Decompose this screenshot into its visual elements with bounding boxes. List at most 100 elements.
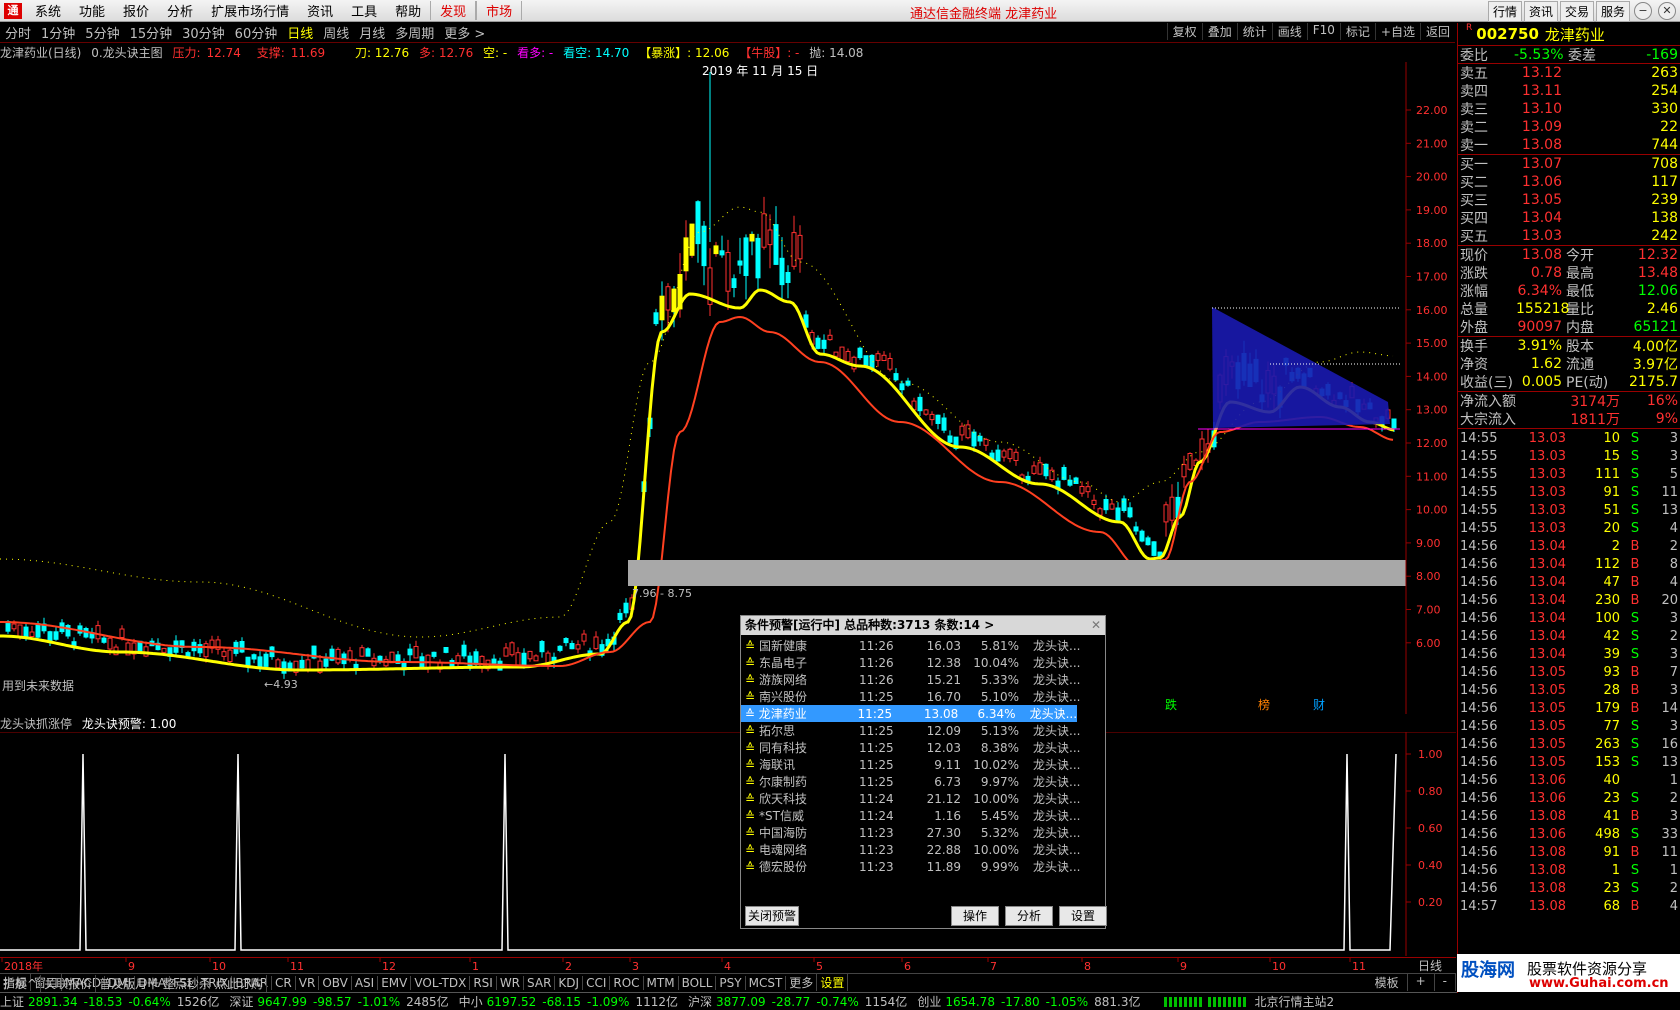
alert-row[interactable]: ≙ 龙津药业 11:25 13.08 6.34% 龙头诀... — [741, 705, 1077, 722]
period-weekly[interactable]: 周线 — [318, 23, 354, 42]
menu-tools[interactable]: 工具 — [342, 1, 386, 20]
tool-draw[interactable]: 画线 — [1271, 23, 1307, 40]
sub-indicator-title[interactable]: 龙头诀抓涨停 — [0, 717, 72, 731]
menu-market[interactable]: 市场 — [476, 1, 523, 20]
menu-ext-market[interactable]: 扩展市场行情 — [202, 1, 298, 20]
index-summary[interactable]: 创业 1654.78 -17.80 -1.05% 881.3亿 — [917, 993, 1140, 1010]
ext-tab-expand[interactable]: 扩展^ — [0, 974, 42, 992]
alert-change: 8.38% — [980, 740, 1019, 755]
alert-row[interactable]: ≙ 海联讯 11:25 9.11 10.02% 龙头诀... — [741, 756, 1105, 773]
candle-body — [1091, 499, 1097, 505]
period-1min[interactable]: 1分钟 — [36, 23, 80, 42]
index-summary[interactable]: 深证 9647.99 -98.57 -1.01% 2485亿 — [229, 993, 448, 1010]
marker-cai[interactable]: 财 — [1313, 698, 1325, 712]
period-multi[interactable]: 多周期 — [390, 23, 439, 42]
server-status[interactable]: 北京行情主站2 — [1164, 993, 1334, 1010]
operate-button[interactable]: 操作 — [951, 906, 999, 926]
quote-panel: R 002750 龙津药业 委比 -5.53% 委差 -169 卖五 13.12 2… — [1457, 23, 1680, 993]
alert-row[interactable]: ≙ 东晶电子 11:26 12.38 10.04% 龙头诀... — [741, 654, 1105, 671]
index-amount: 881.3亿 — [1094, 995, 1141, 1009]
index-summary[interactable]: 沪深 3877.09 -28.77 -0.74% 1154亿 — [688, 993, 907, 1010]
menu-help[interactable]: 帮助 — [386, 1, 430, 20]
tool-add-watch[interactable]: +自选 — [1374, 23, 1420, 40]
tick-time: 14:56 — [1460, 718, 1498, 734]
condition-alert-window[interactable]: 条件预警[运行中] 总品种数:3713 条数:14 > ✕ ≙ 国新健康 11:26… — [740, 615, 1107, 929]
settings-button[interactable]: 设置 — [1059, 906, 1107, 926]
tool-fuquan[interactable]: 复权 — [1166, 23, 1202, 40]
menu-analysis[interactable]: 分析 — [158, 1, 202, 20]
period-more[interactable]: 更多 > — [439, 23, 490, 42]
marker-die[interactable]: 跌 — [1165, 697, 1177, 712]
tick-time: 14:56 — [1460, 808, 1498, 824]
menu-system[interactable]: 系统 — [26, 1, 70, 20]
alert-row[interactable]: ≙ 德宏股份 11:23 11.89 9.99% 龙头诀... — [741, 858, 1105, 875]
tick-price: 13.04 — [1528, 538, 1566, 554]
index-summary[interactable]: 上证 2891.34 -18.53 -0.64% 1526亿 — [0, 993, 219, 1010]
alert-row[interactable]: ≙ 同有科技 11:25 12.03 8.38% 龙头诀... — [741, 739, 1105, 756]
period-15min[interactable]: 15分钟 — [125, 23, 178, 42]
period-daily[interactable]: 日线 — [282, 23, 318, 42]
menu-function[interactable]: 功能 — [70, 1, 114, 20]
period-30min[interactable]: 30分钟 — [177, 23, 230, 42]
close-alert-button[interactable]: 关闭预警 — [745, 906, 799, 926]
x-tick-label: 6 — [904, 960, 911, 972]
candle-body — [359, 647, 365, 657]
tool-overlay[interactable]: 叠加 — [1201, 23, 1237, 40]
alert-row[interactable]: ≙ 中国海防 11:23 27.30 5.32% 龙头诀... — [741, 824, 1105, 841]
tool-stats[interactable]: 统计 — [1236, 23, 1272, 40]
close-icon[interactable]: ✕ — [1658, 2, 1676, 20]
candle-body — [575, 644, 581, 650]
minimize-icon[interactable]: − — [1634, 2, 1652, 20]
tool-mark[interactable]: 标记 — [1339, 23, 1375, 40]
alert-row[interactable]: ≙ 游族网络 11:26 15.21 5.33% 龙头诀... — [741, 671, 1105, 688]
app-title: 通达信金融终端 龙津药业 — [910, 7, 1058, 22]
quote-stats: 现价 13.08 今开 12.32 涨跌 0.78 最高 13.48 涨幅 6.34% 最低 12.0… — [1458, 245, 1680, 336]
alert-row[interactable]: ≙ 国新健康 11:26 16.03 5.81% 龙头诀... — [741, 637, 1105, 654]
candle-body — [737, 260, 743, 266]
period-60min[interactable]: 60分钟 — [230, 23, 283, 42]
bid-row: 买三 13.05 239 — [1458, 191, 1680, 209]
alert-row[interactable]: ≙ 南兴股份 11:25 16.70 5.10% 龙头诀... — [741, 688, 1105, 705]
alert-row[interactable]: ≙ 拓尔思 11:25 12.09 5.13% 龙头诀... — [741, 722, 1105, 739]
alert-row[interactable]: ≙ 电魂网络 11:23 22.88 10.00% 龙头诀... — [741, 841, 1105, 858]
menu-quote[interactable]: 报价 — [114, 1, 158, 20]
ext-tab-promo[interactable]: 普及版月卡 整点秒杀 点此订购 — [96, 974, 267, 992]
candle-body — [323, 658, 329, 667]
period-fenshi[interactable]: 分时 — [0, 23, 36, 42]
period-5min[interactable]: 5分钟 — [80, 23, 124, 42]
tick-volume: 10 — [1603, 430, 1620, 446]
candle-body — [503, 647, 509, 657]
marker-bang[interactable]: 榜 — [1258, 697, 1270, 712]
kline-chart[interactable]: 22.00 21.00 20.00 19.00 18.00 17.00 16.00 15.00… — [0, 62, 1456, 714]
rmenu-quote[interactable]: 行情 — [1487, 1, 1522, 22]
alert-price: 12.03 — [926, 740, 961, 755]
alert-row[interactable]: ≙ 欣天科技 11:24 21.12 10.00% 龙头诀... — [741, 790, 1105, 807]
alert-row[interactable]: ≙ *ST信威 11:24 1.16 5.45% 龙头诀... — [741, 807, 1105, 824]
formula-name[interactable]: 0.龙头诀主图 — [91, 46, 162, 60]
ext-tab-related[interactable]: 关联报价 — [41, 974, 97, 992]
stat-row: 涨幅 6.34% 最低 12.06 — [1458, 282, 1680, 300]
x-tick-label: 10 — [212, 960, 226, 972]
candle-body — [557, 645, 563, 651]
rmenu-service[interactable]: 服务 — [1595, 1, 1630, 22]
candle-body — [47, 631, 53, 642]
rmenu-news[interactable]: 资讯 — [1523, 1, 1558, 22]
period-monthly[interactable]: 月线 — [354, 23, 390, 42]
rmenu-trade[interactable]: 交易 — [1559, 1, 1594, 22]
tool-f10[interactable]: F10 — [1306, 23, 1340, 40]
alert-stock-name: 南兴股份 — [759, 690, 808, 704]
stat-row-value-a: 155218 — [1516, 301, 1570, 317]
index-summary[interactable]: 中小 6197.52 -68.15 -1.09% 1112亿 — [459, 993, 678, 1010]
sub-indicator-chart[interactable]: 1.00 0.80 0.60 0.40 0.20 — [0, 732, 1456, 956]
menu-discover[interactable]: 发现 — [430, 1, 477, 20]
x-tick-label: 2 — [565, 960, 572, 972]
tool-back[interactable]: 返回 — [1419, 23, 1455, 40]
tick-price: 13.03 — [1528, 466, 1566, 482]
alert-close-icon[interactable]: ✕ — [1091, 616, 1101, 635]
analyze-button[interactable]: 分析 — [1005, 906, 1053, 926]
candle-body — [515, 652, 521, 667]
alert-row[interactable]: ≙ 尔康制药 11:25 6.73 9.97% 龙头诀... — [741, 773, 1105, 790]
menu-news[interactable]: 资讯 — [298, 1, 342, 20]
tick-price: 13.04 — [1528, 574, 1566, 590]
alert-price: 12.09 — [926, 723, 961, 738]
